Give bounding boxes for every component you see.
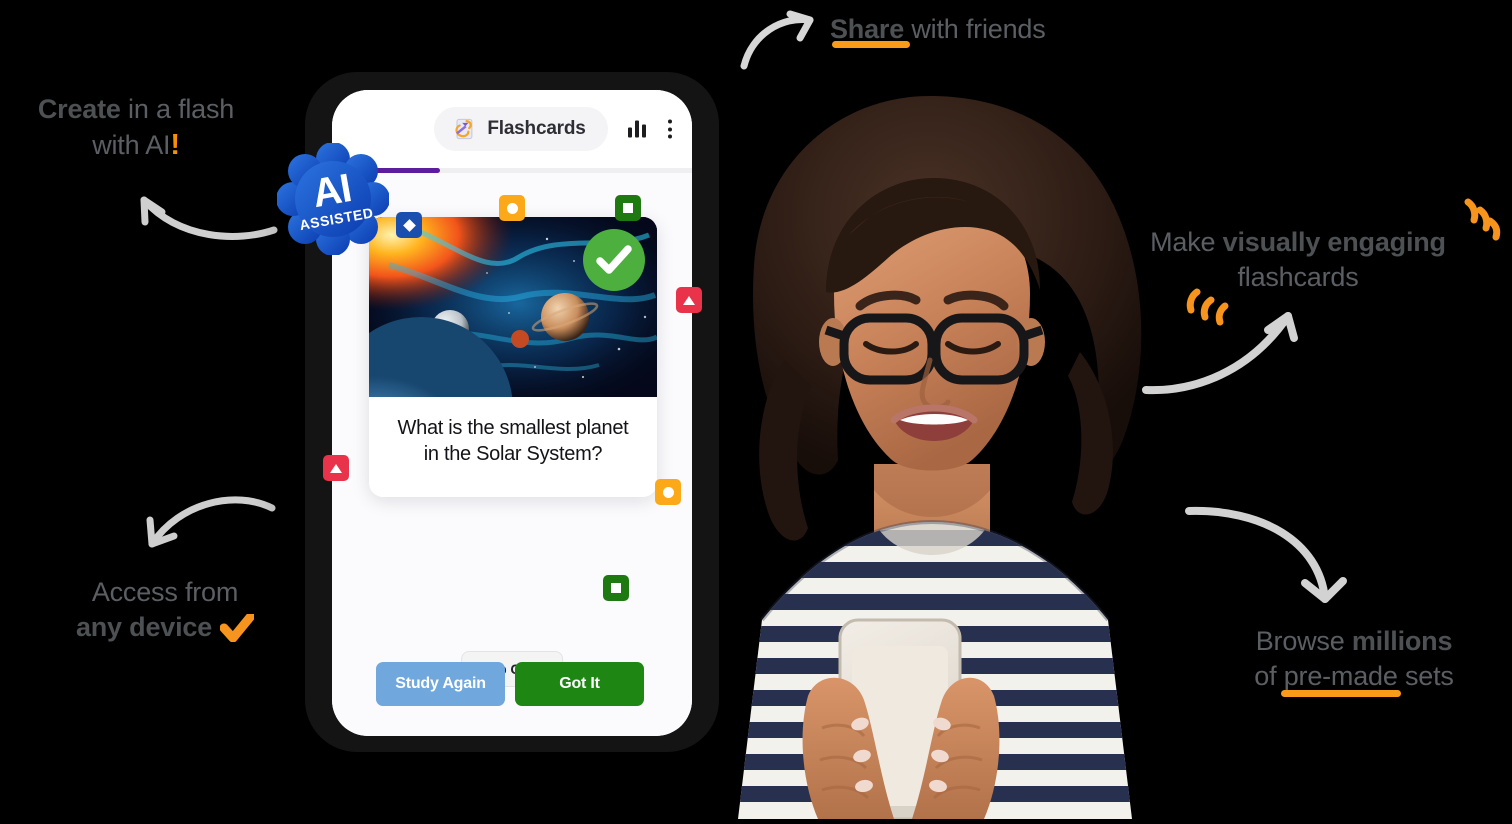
- annotation-create-line2: with AI: [92, 129, 171, 160]
- annotation-create: Create in a flash with AI!: [22, 92, 250, 164]
- ai-assisted-badge: AI ASSISTED: [276, 142, 390, 256]
- flashcards-icon: [450, 115, 478, 143]
- app-title-pill[interactable]: Flashcards: [434, 107, 608, 151]
- annotation-access-line1: Access from: [91, 577, 239, 607]
- arrow-create-icon: [118, 168, 278, 244]
- annotation-create-rest: in a flash: [120, 94, 235, 124]
- badge-triangle-red-left: [323, 455, 349, 481]
- badge-diamond-blue: [396, 212, 422, 238]
- sparkle-burst-right-icon: [1462, 196, 1508, 253]
- browse-underline-stroke: [1281, 690, 1401, 697]
- annotation-share-bold: Share: [830, 14, 905, 44]
- annotation-browse-plain: Browse: [1255, 626, 1352, 656]
- annotation-make-bold: visually engaging: [1222, 227, 1446, 257]
- study-again-button[interactable]: Study Again: [376, 662, 505, 706]
- app-title-label: Flashcards: [487, 118, 586, 139]
- annotation-access: Access from any device: [50, 575, 280, 644]
- annotation-make-line2: flashcards: [1237, 261, 1359, 292]
- annotation-browse: Browse millions of pre-made sets: [1238, 624, 1470, 693]
- annotation-browse-line2: of pre-made sets: [1254, 660, 1454, 691]
- flashcard-actions: Study Again Got It: [376, 662, 644, 706]
- annotation-browse-bold: millions: [1351, 626, 1453, 656]
- share-underline-stroke: [832, 41, 910, 48]
- badge-circle-orange: [499, 195, 525, 221]
- annotation-create-bold: Create: [37, 94, 121, 124]
- arrow-access-icon: [128, 478, 278, 578]
- exclamation-mark-icon: !: [170, 128, 180, 161]
- student-portrait-photo: [612, 60, 1252, 821]
- hero-stage: Create in a flash with AI! Share with fr…: [0, 0, 1512, 821]
- orange-check-icon: [219, 611, 256, 643]
- annotation-access-bold: any device: [75, 611, 213, 642]
- annotation-share-rest: with friends: [904, 14, 1046, 44]
